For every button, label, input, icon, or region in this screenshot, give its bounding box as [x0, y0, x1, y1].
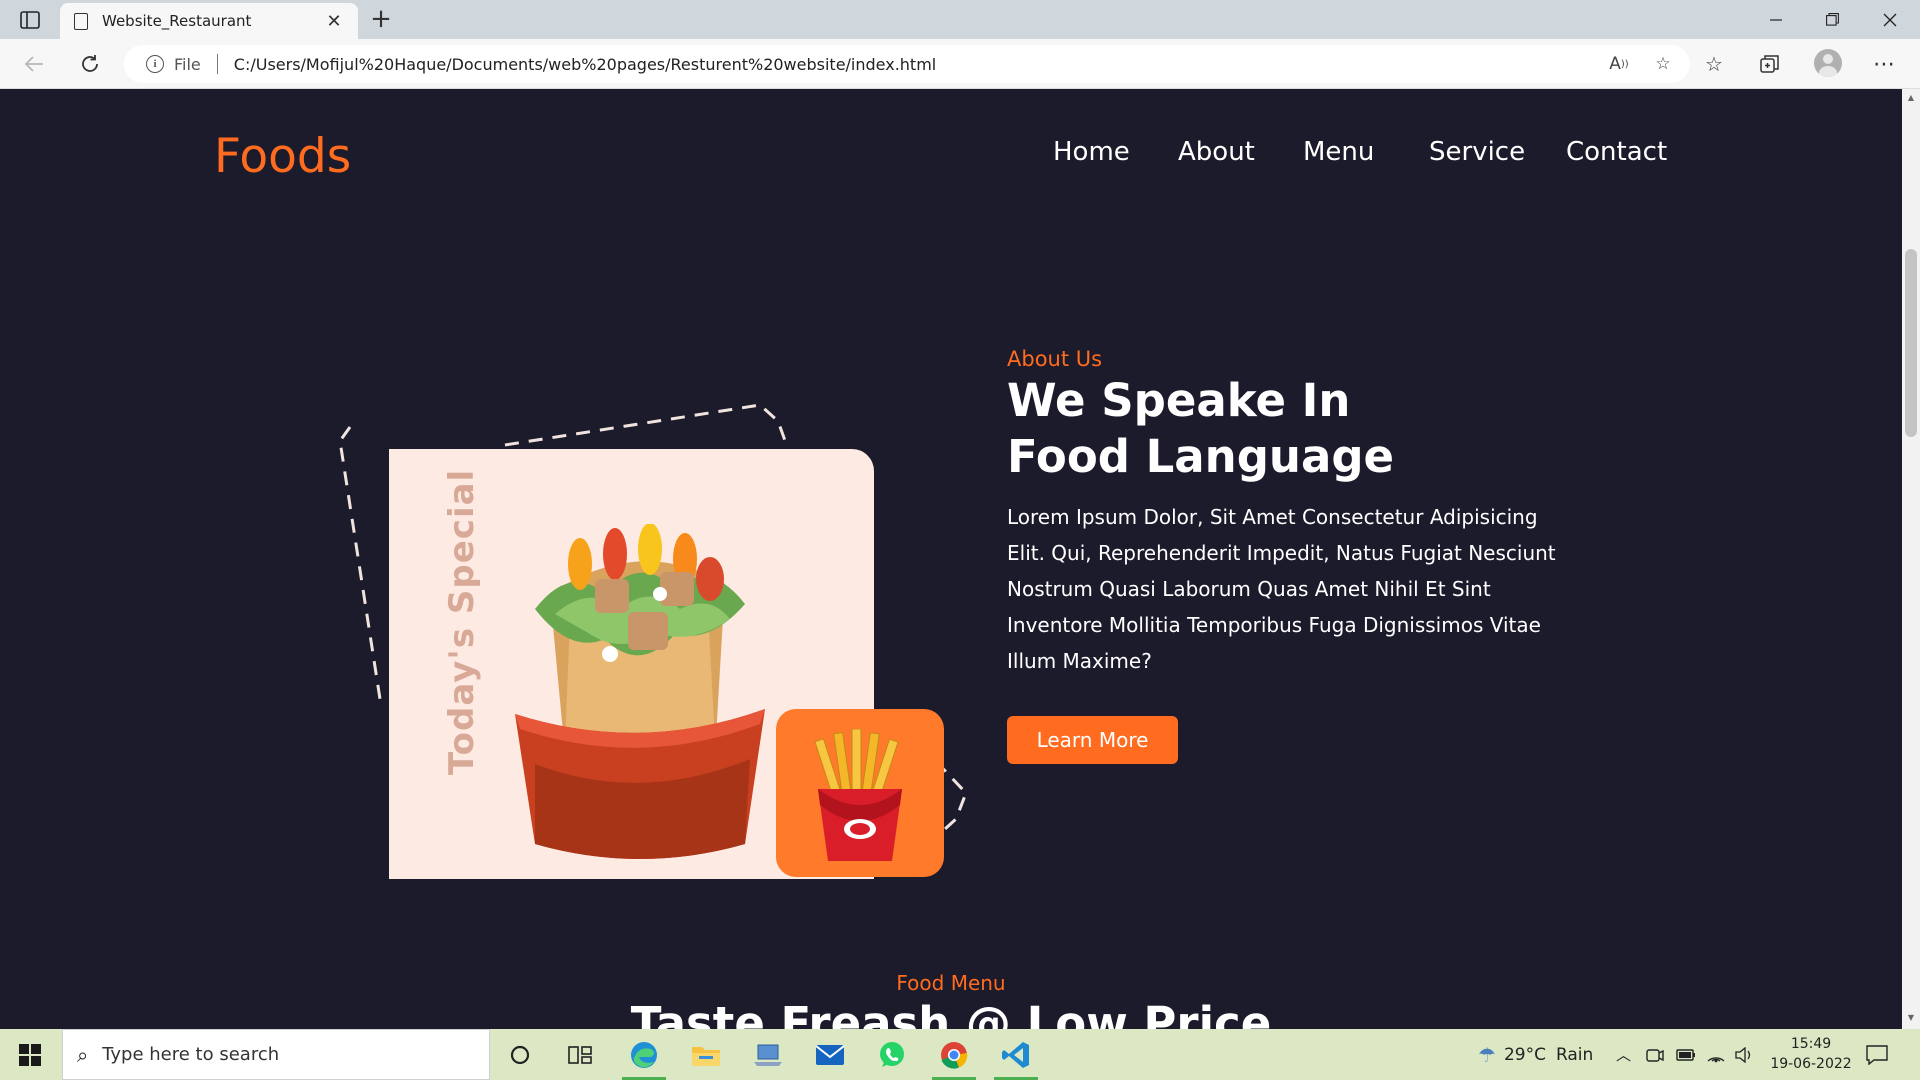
search-placeholder: Type here to search [102, 1044, 280, 1065]
about-title-line1: We Speake In [1007, 374, 1351, 427]
whatsapp-icon[interactable] [866, 1029, 918, 1080]
weather-text: Rain [1555, 1044, 1594, 1065]
meet-now-icon[interactable] [1646, 1029, 1664, 1080]
tab-title: Website_Restaurant [102, 12, 252, 30]
profile-avatar[interactable] [1814, 49, 1842, 77]
tab-actions-icon[interactable] [18, 9, 42, 31]
wrap-sandwich-image [515, 524, 765, 859]
nav-contact[interactable]: Contact [1566, 137, 1667, 167]
scroll-down-icon[interactable]: ▼ [1906, 1013, 1916, 1023]
notifications-icon[interactable] [1866, 1029, 1888, 1080]
windows-taskbar: ⌕ Type here to search ☂ 29°C Rain ︿ 15:4… [0, 1029, 1920, 1080]
laptop-app-icon[interactable] [742, 1029, 794, 1080]
nav-home[interactable]: Home [1053, 137, 1130, 167]
clock-time: 15:49 [1790, 1036, 1832, 1052]
about-tag: About Us [1007, 347, 1103, 371]
address-separator [216, 54, 218, 74]
weather-widget[interactable]: ☂ 29°C Rain [1478, 1029, 1593, 1080]
windows-start-icon[interactable] [19, 1044, 41, 1066]
browser-tab-active[interactable]: Website_Restaurant ✕ [60, 3, 358, 39]
cortana-icon[interactable] [494, 1029, 546, 1080]
favorites-icon[interactable]: ☆ [1698, 48, 1730, 80]
fries-image [814, 729, 902, 861]
url-text[interactable]: C:/Users/Mofijul%20Haque/Documents/web%2… [234, 55, 1602, 74]
page-icon [74, 12, 88, 30]
nav-service[interactable]: Service [1429, 137, 1525, 167]
window-close-icon[interactable] [1862, 0, 1918, 39]
read-aloud-icon[interactable]: A)) [1602, 49, 1636, 79]
about-title: We Speake In Food Language [1007, 373, 1394, 485]
taskbar-clock[interactable]: 15:49 19-06-2022 [1770, 1034, 1852, 1074]
todays-special-label: Today's Special [442, 468, 482, 775]
scroll-up-icon[interactable]: ▲ [1906, 93, 1916, 103]
minimize-icon[interactable] [1748, 0, 1804, 39]
scrollbar-thumb[interactable] [1905, 249, 1917, 437]
new-tab-icon[interactable]: + [366, 5, 396, 35]
address-bar[interactable]: i File C:/Users/Mofijul%20Haque/Document… [124, 45, 1690, 83]
todays-special-illustration: Today's Special [330, 309, 980, 889]
page-viewport: Foods Home About Menu Service Contact To… [0, 89, 1902, 1029]
file-explorer-icon[interactable] [680, 1029, 732, 1080]
browser-toolbar: i File C:/Users/Mofijul%20Haque/Document… [0, 39, 1920, 89]
more-options-icon[interactable]: ⋯ [1868, 48, 1900, 80]
vscode-icon[interactable] [990, 1029, 1042, 1080]
weather-rain-icon: ☂ [1478, 1042, 1496, 1067]
mail-icon[interactable] [804, 1029, 856, 1080]
show-hidden-icons-icon[interactable]: ︿ [1616, 1029, 1631, 1080]
tab-close-icon[interactable]: ✕ [324, 11, 344, 32]
page-scrollbar[interactable]: ▲ ▼ [1902, 89, 1920, 1029]
search-icon: ⌕ [77, 1042, 89, 1067]
collections-icon[interactable] [1754, 48, 1786, 80]
edge-browser-icon[interactable] [618, 1029, 670, 1080]
about-body: Lorem Ipsum Dolor, Sit Amet Consectetur … [1007, 505, 1556, 673]
learn-more-button[interactable]: Learn More [1007, 716, 1178, 764]
clock-date: 19-06-2022 [1770, 1056, 1852, 1072]
refresh-icon[interactable] [74, 48, 106, 80]
browser-tab-strip: Website_Restaurant ✕ + [0, 0, 1920, 39]
chrome-icon[interactable] [928, 1029, 980, 1080]
add-favorite-icon[interactable]: ☆ [1646, 49, 1680, 79]
battery-icon[interactable] [1676, 1029, 1696, 1080]
nav-about[interactable]: About [1178, 137, 1255, 167]
site-info-icon[interactable]: i [146, 55, 164, 73]
site-logo[interactable]: Foods [214, 129, 351, 184]
weather-temp: 29°C [1503, 1044, 1546, 1065]
menu-tag: Food Menu [896, 971, 1006, 995]
volume-icon[interactable] [1734, 1029, 1754, 1080]
task-view-icon[interactable] [554, 1029, 606, 1080]
address-prefix: File [174, 54, 201, 74]
wifi-icon[interactable] [1706, 1029, 1726, 1080]
about-title-line2: Food Language [1007, 430, 1395, 483]
taskbar-search-box[interactable]: ⌕ Type here to search [62, 1029, 490, 1080]
menu-title: Taste Freash @ Low Price [630, 997, 1272, 1029]
back-icon[interactable] [18, 48, 50, 80]
nav-menu[interactable]: Menu [1303, 137, 1374, 167]
restore-icon[interactable] [1804, 0, 1860, 39]
